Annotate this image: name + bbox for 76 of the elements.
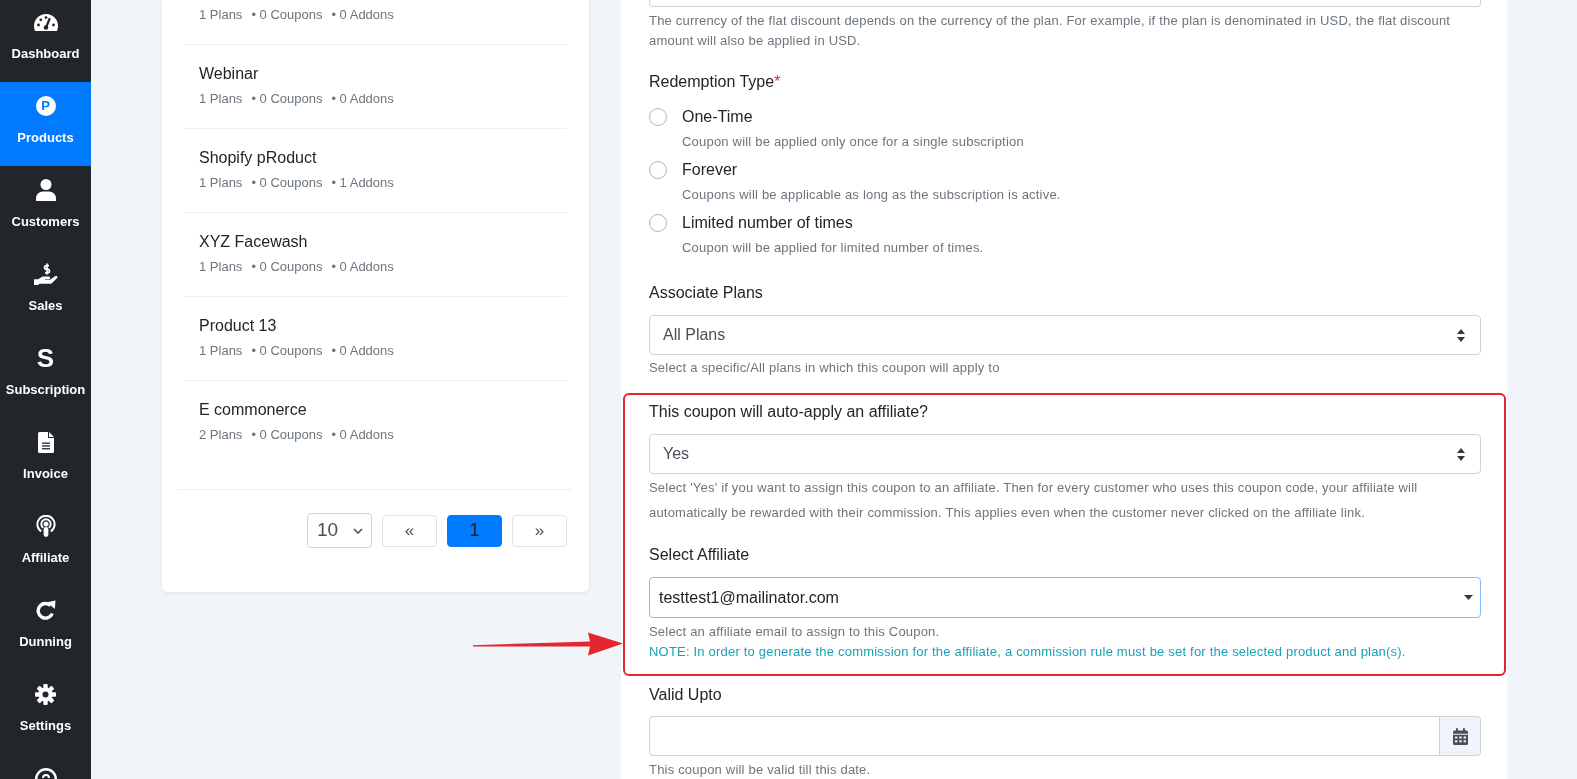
product-stat: 1 Plans: [199, 258, 243, 276]
option-label[interactable]: One-Time: [682, 105, 753, 129]
help-text: Select 'Yes' if you want to assign this coupon to an affiliate. Then for every customer who uses this coupon code, your affiliate will automatically be rewarded with their commission. This applies even when the customer never clicked on the affiliate link.: [649, 479, 1419, 522]
product-stat: • 1 Addons: [331, 174, 394, 192]
radio-button[interactable]: [649, 214, 667, 232]
calendar-icon: [1452, 727, 1468, 745]
page-button[interactable]: 1: [447, 514, 502, 547]
next-page-button[interactable]: »: [512, 514, 567, 547]
page-size-select[interactable]: 10: [307, 513, 372, 548]
podcast-icon: [35, 515, 56, 537]
option-description: Coupon will be applied only once for a single subscription: [681, 133, 1025, 151]
product-name[interactable]: Webinar: [199, 62, 552, 86]
help-text: The currency of the flat discount depends on the currency of the plan. For example, if the plan is denominated in USD, the flat discount amount will also be applied in USD.: [649, 12, 1452, 50]
product-stat: • 0 Addons: [331, 426, 394, 444]
product-name[interactable]: XYZ Facewash: [199, 230, 552, 254]
product-stat: 1 Plans: [199, 174, 243, 192]
sort-icon: [1457, 447, 1465, 461]
product-stat: 1 Plans: [199, 6, 243, 24]
previous-page-button[interactable]: «: [382, 514, 437, 547]
product-stat: • 0 Coupons: [251, 426, 323, 444]
product-stat: • 0 Coupons: [251, 174, 323, 192]
field-label: This coupon will auto-apply an affiliate?: [649, 402, 929, 422]
option-label[interactable]: Forever: [682, 158, 738, 182]
help-text: Select a specific/All plans in which this coupon will apply to: [649, 359, 1001, 377]
sidebar-item[interactable]: Dunning: [0, 586, 91, 670]
product-stat: • 0 Addons: [331, 258, 394, 276]
date-input[interactable]: [649, 716, 1440, 756]
radio-button[interactable]: [649, 108, 667, 126]
gauge-icon: [33, 13, 58, 31]
product-name[interactable]: Shopify pRoduct: [199, 146, 552, 170]
document-icon: [37, 431, 54, 453]
sidebar-item[interactable]: P Products: [0, 82, 91, 166]
option-description: Coupon will be applied for limited number of times.: [681, 239, 985, 257]
user-icon: [35, 179, 56, 201]
radio-button[interactable]: [649, 161, 667, 179]
sidebar-item[interactable]: Sales: [0, 250, 91, 334]
product-stat: • 0 Coupons: [251, 6, 323, 24]
product-stat: 1 Plans: [199, 342, 243, 360]
calendar-button[interactable]: [1440, 716, 1481, 756]
product-stat: • 0 Addons: [331, 90, 394, 108]
settings-icon: [35, 683, 56, 705]
ring-icon: [34, 767, 57, 779]
field-label: Select Affiliate: [649, 545, 751, 565]
sidebar-item[interactable]: Customers: [0, 166, 91, 250]
product-stat: • 0 Addons: [331, 6, 394, 24]
product-stat: 1 Plans: [199, 90, 243, 108]
input-field[interactable]: [649, 0, 1481, 7]
yes-no-select[interactable]: Yes: [649, 434, 1481, 474]
product-name[interactable]: E commonerce: [199, 398, 552, 422]
affiliate-select[interactable]: testtest1@mailinator.com: [649, 577, 1481, 618]
product-stat: • 0 Addons: [331, 342, 394, 360]
option-label[interactable]: Limited number of times: [682, 211, 853, 235]
field-label: Associate Plans: [649, 283, 764, 303]
sidebar-item[interactable]: S Subscription: [0, 334, 91, 418]
product-name[interactable]: Product 13: [199, 314, 552, 338]
chevron-down-icon: [353, 527, 363, 534]
hand-dollar-icon: [33, 263, 58, 285]
field-label: Redemption Type*: [649, 72, 782, 92]
field-label: Valid Upto: [649, 685, 723, 705]
product-stat: • 0 Coupons: [251, 342, 323, 360]
s-letter-icon: S: [36, 347, 55, 369]
sort-icon: [1457, 328, 1465, 342]
sidebar-item[interactable]: Affiliate: [0, 502, 91, 586]
product-stat: • 0 Coupons: [251, 258, 323, 276]
note-text: NOTE: In order to generate the commission for the affiliate, a commission rule must be set for the selected product and plan(s).: [649, 643, 1407, 661]
product-stat: • 0 Coupons: [251, 90, 323, 108]
redo-icon: [35, 599, 56, 621]
sidebar-item[interactable]: Settings: [0, 670, 91, 754]
sidebar-item[interactable]: Dashboard: [0, 0, 91, 82]
caret-down-icon: [1464, 595, 1473, 600]
sidebar-item[interactable]: Invoice: [0, 418, 91, 502]
plans-select[interactable]: All Plans: [649, 315, 1481, 355]
product-stat: 2 Plans: [199, 426, 243, 444]
help-text: Select an affiliate email to assign to this Coupon.: [649, 623, 941, 641]
help-text: This coupon will be valid till this date.: [649, 761, 872, 779]
option-description: Coupons will be applicable as long as the subscription is active.: [681, 186, 1062, 204]
